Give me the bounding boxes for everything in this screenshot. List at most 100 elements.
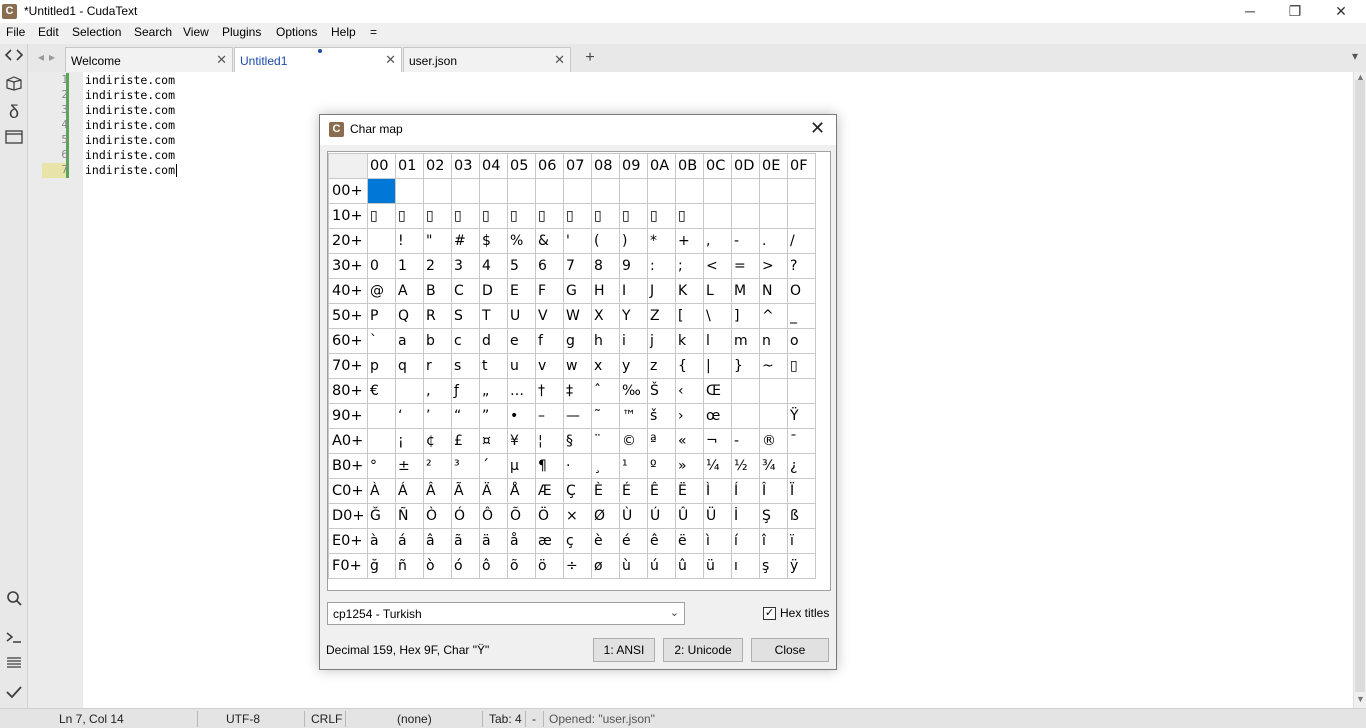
char-cell[interactable]: y: [619, 353, 648, 379]
editor-line[interactable]: indiriste.com: [85, 73, 175, 87]
char-cell[interactable]: \: [703, 303, 732, 329]
char-cell[interactable]: ▯: [479, 203, 508, 229]
tab-untitled1[interactable]: Untitled1 ✕: [234, 47, 402, 73]
char-cell[interactable]: ": [423, 228, 452, 254]
char-cell[interactable]: Z: [647, 303, 676, 329]
search-icon[interactable]: [4, 590, 24, 610]
tab-user-json[interactable]: user.json ✕: [403, 47, 571, 72]
char-cell[interactable]: Á: [395, 478, 424, 504]
char-cell[interactable]: Ò: [423, 503, 452, 529]
validate-icon[interactable]: [4, 684, 24, 704]
char-cell[interactable]: p: [367, 353, 396, 379]
char-cell[interactable]: ½: [731, 453, 760, 479]
char-cell[interactable]: “: [451, 403, 480, 429]
char-cell[interactable]: [395, 178, 424, 204]
char-cell[interactable]: ‘: [395, 403, 424, 429]
menu-view[interactable]: View: [183, 25, 209, 39]
char-cell[interactable]: 4: [479, 253, 508, 279]
editor-line[interactable]: indiriste.com: [85, 88, 175, 102]
char-cell[interactable]: ÷: [563, 553, 592, 579]
menu-selection[interactable]: Selection: [72, 25, 121, 39]
char-cell[interactable]: w: [563, 353, 592, 379]
char-cell[interactable]: Ñ: [395, 503, 424, 529]
char-cell[interactable]: µ: [507, 453, 536, 479]
char-cell[interactable]: =: [731, 253, 760, 279]
char-cell[interactable]: {: [675, 353, 704, 379]
char-cell[interactable]: Ë: [675, 478, 704, 504]
output-icon[interactable]: [4, 655, 24, 675]
char-cell[interactable]: 7: [563, 253, 592, 279]
char-cell[interactable]: ©: [619, 428, 648, 454]
encoding-status[interactable]: UTF-8: [226, 712, 260, 726]
char-cell[interactable]: ä: [479, 528, 508, 554]
char-cell[interactable]: <: [703, 253, 732, 279]
char-cell[interactable]: 9: [619, 253, 648, 279]
char-cell[interactable]: ‹: [675, 378, 704, 404]
char-cell[interactable]: V: [535, 303, 564, 329]
vertical-scrollbar[interactable]: ▲ ▼: [1353, 72, 1366, 708]
char-cell[interactable]: ´: [479, 453, 508, 479]
char-cell[interactable]: F: [535, 278, 564, 304]
char-cell[interactable]: ¢: [423, 428, 452, 454]
char-cell[interactable]: …: [507, 378, 536, 404]
char-cell[interactable]: ˆ: [591, 378, 620, 404]
char-cell[interactable]: [: [675, 303, 704, 329]
char-cell[interactable]: Î: [759, 478, 788, 504]
char-cell[interactable]: ã: [451, 528, 480, 554]
char-cell[interactable]: [367, 228, 396, 254]
char-cell[interactable]: ¹: [619, 453, 648, 479]
char-cell[interactable]: R: [423, 303, 452, 329]
char-cell[interactable]: ¶: [535, 453, 564, 479]
lexer-status[interactable]: (none): [397, 712, 432, 726]
char-cell[interactable]: [367, 428, 396, 454]
char-cell[interactable]: ¨: [591, 428, 620, 454]
char-cell[interactable]: ƒ: [451, 378, 480, 404]
char-cell[interactable]: *: [647, 228, 676, 254]
char-cell[interactable]: Œ: [703, 378, 732, 404]
char-cell[interactable]: Ï: [787, 478, 816, 504]
editor-line[interactable]: indiriste.com: [85, 133, 175, 147]
char-cell[interactable]: [759, 378, 788, 404]
char-cell[interactable]: I: [619, 278, 648, 304]
console-icon[interactable]: [4, 629, 24, 649]
char-cell[interactable]: ô: [479, 553, 508, 579]
char-cell[interactable]: 5: [507, 253, 536, 279]
char-cell[interactable]: ¸: [591, 453, 620, 479]
add-tab-button[interactable]: +: [577, 47, 603, 71]
char-cell[interactable]: ,: [703, 228, 732, 254]
scroll-thumb[interactable]: [1355, 80, 1365, 692]
char-cell[interactable]: ¤: [479, 428, 508, 454]
char-cell[interactable]: A: [395, 278, 424, 304]
menu-options[interactable]: Options: [276, 25, 317, 39]
char-cell[interactable]: Ã: [451, 478, 480, 504]
char-cell[interactable]: ›: [675, 403, 704, 429]
char-cell[interactable]: [507, 178, 536, 204]
char-cell[interactable]: è: [591, 528, 620, 554]
char-cell[interactable]: ò: [423, 553, 452, 579]
char-cell[interactable]: [731, 203, 760, 229]
char-cell[interactable]: P: [367, 303, 396, 329]
char-cell[interactable]: [759, 178, 788, 204]
char-cell[interactable]: ¦: [535, 428, 564, 454]
menu-extra[interactable]: =: [370, 25, 377, 39]
char-cell[interactable]: §: [563, 428, 592, 454]
char-cell[interactable]: 2: [423, 253, 452, 279]
char-cell[interactable]: å: [507, 528, 536, 554]
char-cell[interactable]: .: [759, 228, 788, 254]
char-cell[interactable]: ï: [787, 528, 816, 554]
char-cell[interactable]: [703, 203, 732, 229]
char-cell[interactable]: »: [675, 453, 704, 479]
char-cell[interactable]: ?: [787, 253, 816, 279]
char-cell[interactable]: [759, 403, 788, 429]
char-cell[interactable]: Â: [423, 478, 452, 504]
char-cell[interactable]: [619, 178, 648, 204]
char-cell[interactable]: ~: [759, 353, 788, 379]
char-cell[interactable]: ù: [619, 553, 648, 579]
char-cell[interactable]: ß: [787, 503, 816, 529]
char-cell[interactable]: [591, 178, 620, 204]
char-cell[interactable]: ²: [423, 453, 452, 479]
char-cell[interactable]: ;: [675, 253, 704, 279]
char-cell[interactable]: [451, 178, 480, 204]
editor-line[interactable]: indiriste.com: [85, 103, 175, 117]
unicode-button[interactable]: 2: Unicode: [663, 638, 743, 662]
